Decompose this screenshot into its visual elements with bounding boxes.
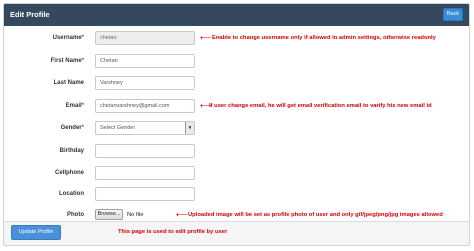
location-label: Location [59,191,84,197]
gender-label: Gender* [60,125,84,131]
email-annotation: If user change email, he will get email … [209,103,432,109]
cellphone-field[interactable] [95,166,195,180]
location-field[interactable] [95,187,195,201]
email-field[interactable]: chetanvarshney@gmail.com [95,99,195,113]
gender-select[interactable]: Select Gender ▼ [95,121,195,135]
username-annotation: Enable to change username only if allowe… [212,35,436,41]
edit-profile-panel: Edit Profile Back Username* chetan ⟵ Ena… [3,3,470,246]
update-profile-button[interactable]: Update Profile [11,225,61,240]
first-name-field[interactable]: Chetan [95,54,195,68]
cellphone-label: Cellphone [54,170,84,176]
caret-down-icon: ▼ [185,122,194,134]
gender-selected-value: Select Gender [100,125,136,131]
birthday-label: Birthday [59,148,84,154]
page-title: Edit Profile [10,10,50,19]
back-button[interactable]: Back [443,8,463,21]
username-field[interactable]: chetan [95,31,195,45]
footer-annotation: This page is used to edit profile by use… [118,229,228,235]
left-arrow-icon: ⟵ [200,33,212,42]
first-name-label: First Name* [50,58,84,64]
email-label: Email* [65,103,84,109]
username-label: Username* [52,35,84,41]
photo-annotation: Uploaded image will be set as profile ph… [188,212,443,218]
panel-header: Edit Profile Back [4,4,469,26]
birthday-field[interactable] [95,144,195,158]
last-name-field[interactable]: Varshney [95,76,195,90]
panel-footer: Update Profile This page is used to edit… [4,221,469,245]
photo-label: Photo [67,212,84,218]
browse-button[interactable]: Browse... [95,209,123,220]
left-arrow-icon: ⟵ [176,210,188,219]
last-name-label: Last Name [53,80,84,86]
